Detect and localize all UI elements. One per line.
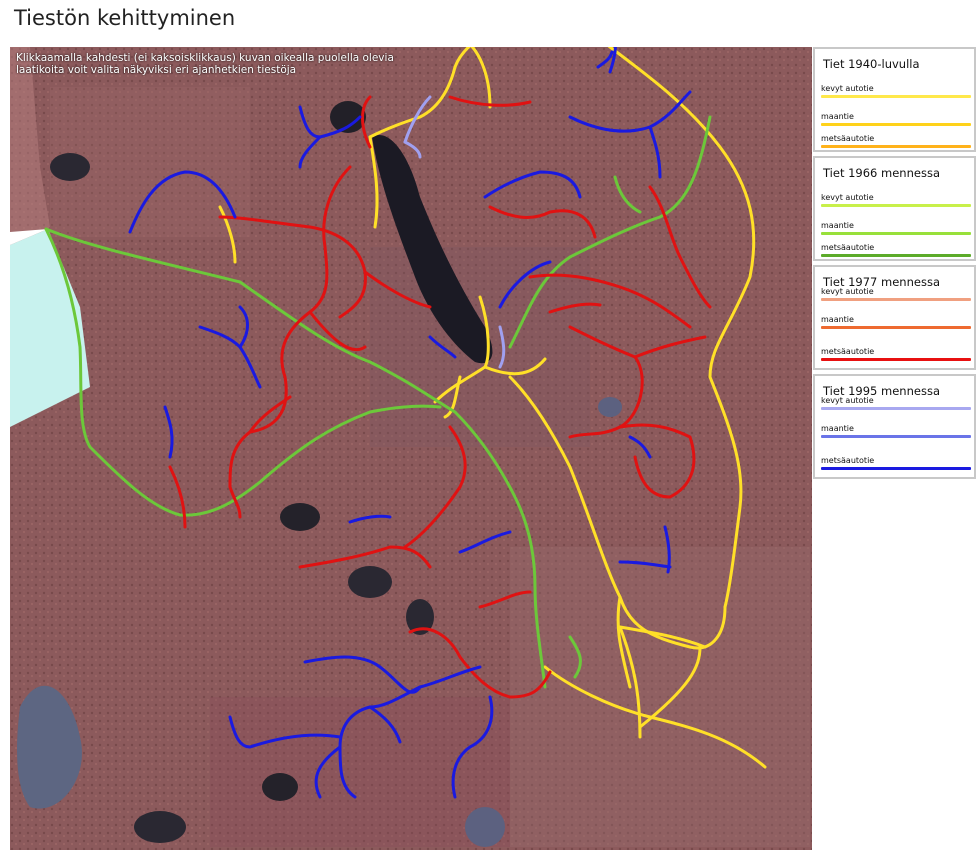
legend-title: Tiet 1966 mennessa <box>823 166 940 180</box>
legend-item-label: maantie <box>821 424 854 433</box>
legend-item: metsäautotie <box>821 243 971 257</box>
legend-item-label: kevyt autotie <box>821 287 874 296</box>
legend-title: Tiet 1940-luvulla <box>823 57 920 71</box>
aerial-road-map[interactable]: Klikkaamalla kahdesti (ei kaksoisklikkau… <box>10 47 812 850</box>
legend-swatch <box>821 467 971 470</box>
legend-item: metsäautotie <box>821 456 971 470</box>
legend-item: kevyt autotie <box>821 287 971 301</box>
legend-item: maantie <box>821 315 971 329</box>
legend-item-label: metsäautotie <box>821 243 875 252</box>
legend-item: maantie <box>821 424 971 438</box>
legend-panel: Tiet 1940-luvulla kevyt autotie maantie … <box>813 47 976 483</box>
legend-swatch <box>821 358 971 361</box>
legend-item: maantie <box>821 221 971 235</box>
legend-item: kevyt autotie <box>821 84 971 98</box>
legend-swatch <box>821 204 971 207</box>
legend-item-label: kevyt autotie <box>821 84 874 93</box>
legend-item-label: kevyt autotie <box>821 396 874 405</box>
legend-item-label: metsäautotie <box>821 134 875 143</box>
legend-item: metsäautotie <box>821 347 971 361</box>
legend-box-1940[interactable]: Tiet 1940-luvulla kevyt autotie maantie … <box>813 47 976 152</box>
legend-item-label: metsäautotie <box>821 347 875 356</box>
legend-item-label: maantie <box>821 221 854 230</box>
legend-box-1995[interactable]: Tiet 1995 mennessa kevyt autotie maantie… <box>813 374 976 479</box>
legend-swatch <box>821 123 971 126</box>
legend-item-label: metsäautotie <box>821 456 875 465</box>
road-map-canvas <box>10 47 812 850</box>
legend-swatch <box>821 298 971 301</box>
legend-swatch <box>821 145 971 148</box>
legend-swatch <box>821 95 971 98</box>
legend-swatch <box>821 326 971 329</box>
legend-swatch <box>821 435 971 438</box>
legend-swatch <box>821 254 971 257</box>
legend-swatch <box>821 407 971 410</box>
legend-item-label: maantie <box>821 315 854 324</box>
legend-box-1977[interactable]: Tiet 1977 mennessa kevyt autotie maantie… <box>813 265 976 370</box>
page-title: Tiestön kehittyminen <box>14 6 236 30</box>
legend-box-1966[interactable]: Tiet 1966 mennessa kevyt autotie maantie… <box>813 156 976 261</box>
legend-item: maantie <box>821 112 971 126</box>
legend-item: metsäautotie <box>821 134 971 148</box>
legend-item-label: maantie <box>821 112 854 121</box>
legend-item-label: kevyt autotie <box>821 193 874 202</box>
legend-swatch <box>821 232 971 235</box>
legend-item: kevyt autotie <box>821 193 971 207</box>
legend-item: kevyt autotie <box>821 396 971 410</box>
